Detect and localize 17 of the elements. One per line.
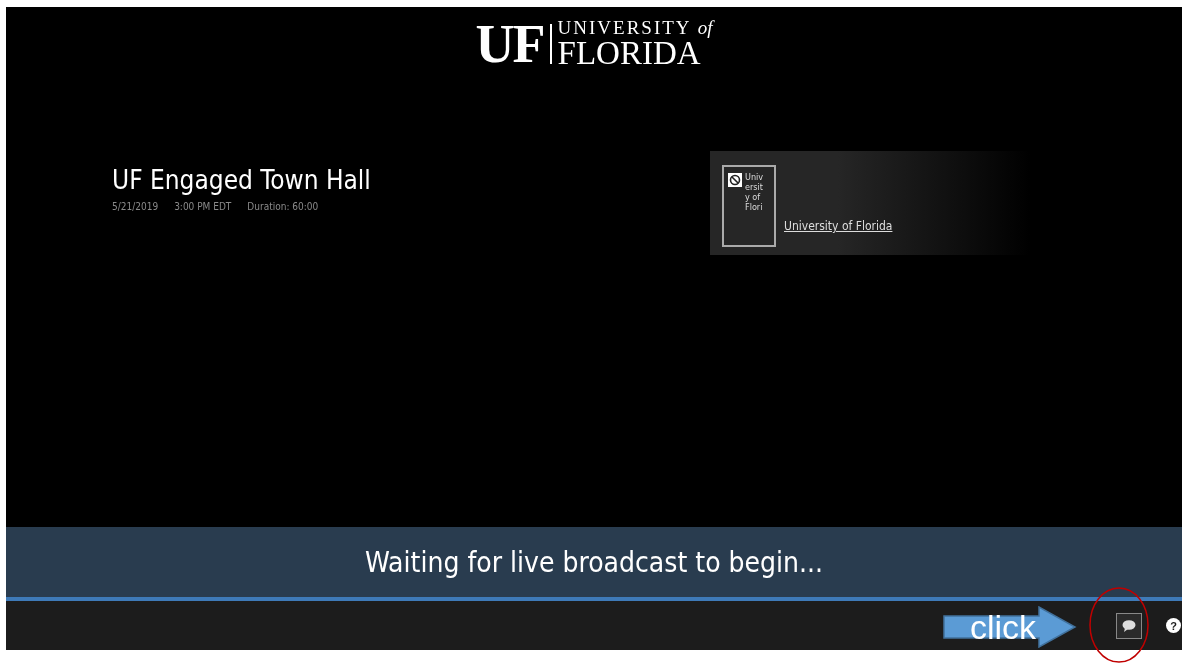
image-alt-text: University of Flori (745, 173, 765, 214)
chat-button[interactable] (1116, 612, 1142, 639)
logo-text: UNIVERSITY (557, 17, 691, 38)
event-date: 5/21/2019 (112, 201, 159, 212)
help-button[interactable]: ? (1166, 618, 1181, 633)
event-time: 3:00 PM EDT (174, 201, 232, 212)
presenter-link[interactable]: University of Florida (784, 219, 893, 233)
logo-text: of (697, 17, 713, 38)
arrow-icon (943, 606, 1077, 648)
logo-mark: UF (475, 17, 544, 71)
speech-bubble-icon (1122, 619, 1136, 632)
banner-message: Waiting for live broadcast to begin... (365, 545, 823, 579)
event-title: UF Engaged Town Hall (112, 165, 371, 195)
broken-image-icon (728, 173, 742, 187)
annotation-label: click (970, 607, 1037, 648)
logo-text: FLORIDA (557, 37, 701, 70)
event-duration: Duration: 60:00 (247, 201, 319, 212)
